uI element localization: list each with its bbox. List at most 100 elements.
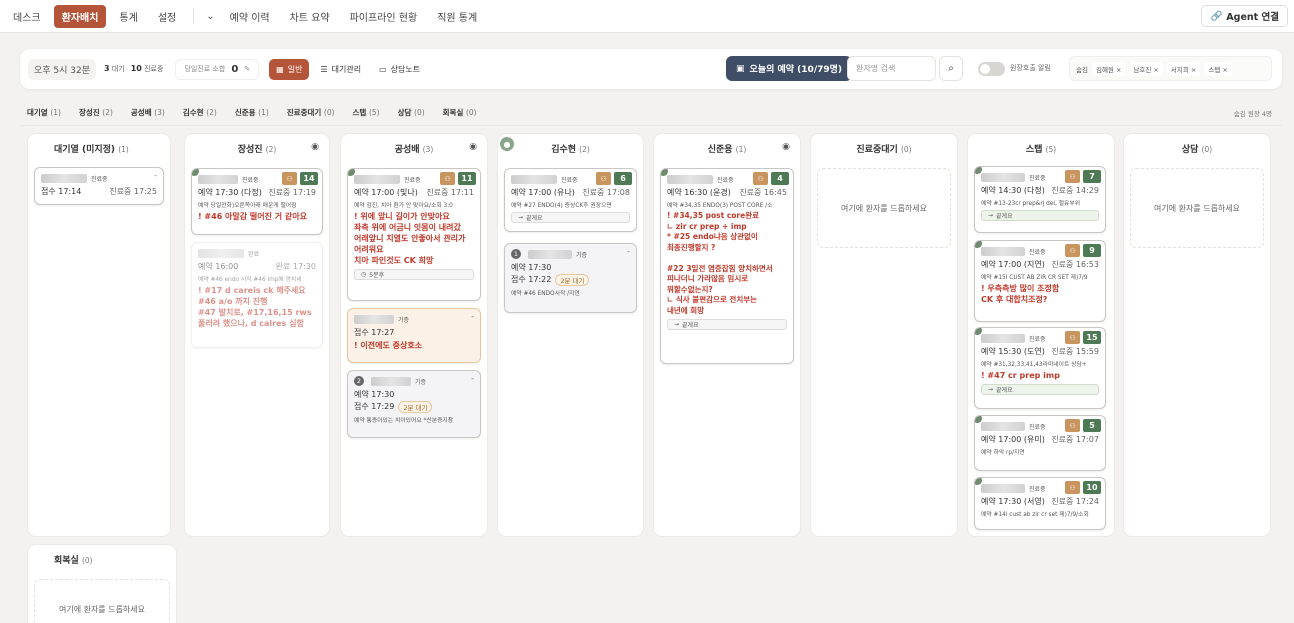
card-time-left: 접수 17:29 [354,402,395,411]
staff-chip[interactable]: 김혜원 × [1091,61,1126,76]
tab-jang[interactable]: 장성진 (2) [72,105,120,120]
card-status: 진료중 [561,176,578,184]
drop-zone[interactable]: 여기에 환자를 드롭하세요 [817,168,951,248]
patient-card[interactable]: 진료중 ⚇ 11 예약 17:00 (빛나) 진료중 17:11 예약 검진, 치아… [347,168,481,301]
patient-card[interactable]: 진료중 ⚇ 10 예약 17:30 (서영) 진료중 17:24 예약 #14i c… [974,477,1106,530]
chair-number-badge: 10 [1083,481,1101,494]
patient-search-input[interactable]: 환자명 검색 [847,56,936,81]
nav-patient-layout[interactable]: 환자배치 [53,4,107,28]
today-treatment-box[interactable]: 당일진료 소합 0 ✎ [175,58,260,80]
staff-chip[interactable]: 서지희 × [1166,61,1201,76]
tab-label: 대기열 [27,108,48,117]
today-label: 당일진료 소합 [184,65,226,73]
treating-count: 10 [130,64,142,73]
card-menu[interactable]: - [471,374,474,383]
patient-card[interactable]: 진료중 ⚇ 4 예약 16:30 (윤경) 진료중 16:45 예약 #34,35 … [660,168,794,364]
drop-zone[interactable]: 여기에 환자를 드롭하세요 [34,579,170,623]
person-icon: ⚇ [596,172,611,185]
staff-chip[interactable]: 남호진 × [1129,61,1163,76]
card-time-right: 진료중 15:59 [1051,347,1099,356]
timer-button[interactable]: ◷ 5분후 [354,269,474,280]
patient-card[interactable]: 진료중 ⚇ 7 예약 14:30 (다정) 진료중 14:29 예약 #13-23c… [974,166,1106,233]
call-button[interactable]: → 끝게요 [667,319,787,330]
mode-consult-note-button[interactable]: ▭ 상담노트 [372,59,427,80]
card-status: 진료중 [1029,485,1046,493]
call-button[interactable]: → 끝게요 [511,212,630,223]
edit-icon[interactable]: ✎ [244,65,250,73]
today-reservation-button[interactable]: ▣ 오늘의 예약 (10/79명) [726,56,853,81]
card-time-left: 예약 15:30 (도연) [981,347,1045,356]
call-button[interactable]: → 끝게요 [981,384,1099,395]
chair-number-badge: 6 [614,172,632,185]
card-time-left: 예약 14:30 (다정) [981,186,1045,195]
patient-card[interactable]: 진료중 - 접수 17:14 진료중 17:25 [34,167,164,205]
tab-recovery[interactable]: 회복실 (0) [436,105,484,120]
mode-queue-button[interactable]: ☰ 대기관리 [313,59,368,80]
person-icon: ⚇ [1065,419,1080,432]
drop-zone[interactable]: 여기에 환자를 드롭하세요 [1130,168,1264,248]
card-menu[interactable]: - [154,171,157,180]
patient-card[interactable]: 진료중 ⚇ 14 예약 17:30 (다정) 진료중 17:19 예약 당일전화)오… [191,168,323,235]
grid-icon: ▦ [276,64,284,74]
staff-chip[interactable]: 스탭 × [1204,61,1232,76]
search-button[interactable]: ⌕ [939,56,963,81]
card-alert: ! #47 cr prep imp [981,371,1060,380]
timer-label: 5분후 [369,272,385,279]
eye-icon[interactable]: ◉ [469,142,477,152]
tab-shin[interactable]: 신준용 (1) [228,105,276,120]
patient-name-blurred [528,249,572,259]
patient-card[interactable]: 진료중 ⚇ 5 예약 17:00 (유미) 진료중 17:07 예약 하악 rp/지… [974,415,1106,471]
patient-card[interactable]: 진료중 ⚇ 6 예약 17:00 (유나) 진료중 17:08 예약 #27 END… [504,168,637,232]
tab-consult[interactable]: 상담 (0) [391,105,432,120]
nav-staff-stats[interactable]: 직원 통계 [430,6,484,27]
card-time-left: 예약 17:00 (지연) [981,260,1045,269]
tab-staff[interactable]: 스탭 (5) [346,105,387,120]
card-time-left: 예약 17:00 (유미) [981,435,1045,444]
tab-gong[interactable]: 공성배 (3) [124,105,172,120]
tab-waiting[interactable]: 진료중대기 (0) [280,105,342,120]
nav-reservation-history[interactable]: 예약 이력 [223,6,277,27]
patient-name-blurred [354,314,394,324]
wait-badge: 2분 대기 [398,401,433,413]
staff-filter[interactable]: 숨김 김혜원 × 남호진 × 서지희 × 스탭 × [1069,56,1272,81]
column-title: 스탭 (5) [968,142,1114,155]
tab-queue[interactable]: 대기열 (1) [20,105,68,120]
card-time-left: 예약 17:00 (유나) [511,188,575,197]
card-menu[interactable]: - [471,312,474,321]
chair-number-badge: 15 [1083,331,1101,344]
patient-card[interactable]: 2 기증 - 예약 17:30 접수 17:29 2분 대기 예약 통증이있는 치아… [347,370,481,438]
patient-card[interactable]: 완료 예약 16:00 완료 17:30 예약 #46 endo 시작 #46 i… [191,242,323,348]
agent-connect-button[interactable]: 🔗 Agent 연결 [1201,5,1288,27]
card-time-left: 접수 17:22 [511,275,552,284]
nav-stats[interactable]: 통계 [112,6,144,27]
tab-kim[interactable]: 김수현 (2) [176,105,224,120]
nav-settings[interactable]: 설정 [151,6,183,27]
chevron-down-icon[interactable]: ⌄ [206,11,214,22]
card-note: 예약 검진, 치아 환가 안 맞아요/소회 3:0 [354,203,453,209]
call-button[interactable]: → 끝게요 [981,210,1099,221]
patient-card[interactable]: 1 기증 - 예약 17:30 접수 17:22 2분 대기 예약 #46 ENDO… [504,243,637,313]
patient-card[interactable]: 진료중 ⚇ 9 예약 17:00 (지연) 진료중 16:53 예약 #15I CU… [974,240,1106,322]
nav-pipeline[interactable]: 파이프라인 현황 [343,6,425,27]
patient-name-blurred [41,173,87,183]
mode-general-button[interactable]: ▦ 일반 [269,58,310,80]
card-time-left: 예약 16:00 [198,262,239,271]
tab-count: (1) [258,108,269,117]
queue-number: 1 [511,249,521,259]
alarm-toggle[interactable] [978,62,1005,76]
card-note: 예약 하악 rp/지연 [981,450,1025,456]
arrow-right-icon: → [988,212,994,219]
nav-chart-summary[interactable]: 차트 요약 [283,6,337,27]
eye-icon[interactable]: ◉ [782,142,790,152]
tab-label: 장성진 [78,108,100,117]
card-menu[interactable]: - [627,247,630,256]
patient-name-blurred [981,483,1025,493]
patient-card[interactable]: 기증 - 접수 17:27 ! 이전에도 증상호소 [347,308,481,363]
eye-icon[interactable]: ◉ [311,142,319,152]
card-time-right: 진료중 16:53 [1051,260,1099,269]
tab-count: (0) [465,108,477,117]
column-count: (0) [81,556,93,565]
nav-desk[interactable]: 데스크 [6,6,48,27]
patient-card[interactable]: 진료중 ⚇ 15 예약 15:30 (도연) 진료중 15:59 예약 #31,32… [974,327,1106,409]
column-gong: 공성배 (3) ◉ 진료중 ⚇ 11 예약 17:00 (빛나) 진료중 17:11… [341,134,487,536]
